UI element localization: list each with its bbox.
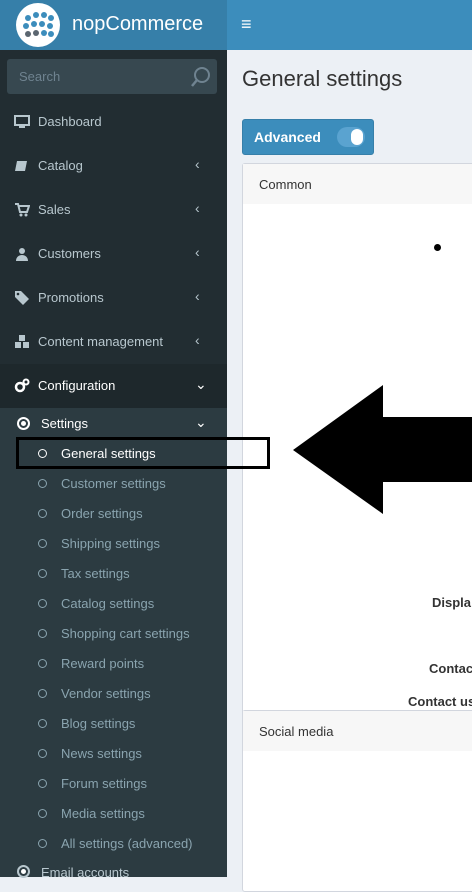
sidebar-subitem-shipping-settings[interactable]: Shipping settings xyxy=(0,528,227,558)
sidebar-subitem-customer-settings[interactable]: Customer settings xyxy=(0,468,227,498)
sidebar-subitem-catalog-settings[interactable]: Catalog settings xyxy=(0,588,227,618)
sidebar-item-label: Dashboard xyxy=(38,114,102,129)
circle-icon xyxy=(38,629,47,638)
page-title: General settings xyxy=(242,66,403,91)
circle-icon xyxy=(38,719,47,728)
sidebar-subitem-all-settings[interactable]: All settings (advanced) xyxy=(0,828,227,858)
sidebar-subitem-label: Catalog settings xyxy=(61,596,155,611)
search-input[interactable]: Search xyxy=(19,69,60,84)
sidebar-subitem-media-settings[interactable]: Media settings xyxy=(0,798,227,828)
sidebar-item-dashboard[interactable]: Dashboard xyxy=(0,100,227,144)
sidebar-subitem-label: Shipping settings xyxy=(61,536,161,551)
sidebar-item-email-accounts[interactable]: Email accounts xyxy=(0,858,227,888)
sidebar-subitem-label: Vendor settings xyxy=(61,686,151,701)
sidebar-item-customers[interactable]: Customers ‹ xyxy=(0,232,227,276)
sidebar-subitem-label: Tax settings xyxy=(61,566,130,581)
circle-icon xyxy=(38,569,47,578)
circle-icon xyxy=(38,509,47,518)
circle-icon xyxy=(38,809,47,818)
circle-icon xyxy=(38,599,47,608)
sidebar-item-label: Email accounts xyxy=(41,865,130,880)
dot-circle-icon xyxy=(17,865,30,878)
sidebar-subitem-label: Customer settings xyxy=(61,476,166,491)
sidebar-subitem-label: All settings (advanced) xyxy=(61,836,193,851)
card-header[interactable]: Common xyxy=(243,164,472,204)
sidebar-item-settings[interactable]: Settings ⌄ xyxy=(0,408,227,438)
sidebar-subitem-tax-settings[interactable]: Tax settings xyxy=(0,558,227,588)
circle-icon xyxy=(38,479,47,488)
sidebar-subitem-forum-settings[interactable]: Forum settings xyxy=(0,768,227,798)
chevron-left-icon: ‹ xyxy=(195,288,200,304)
sidebar-item-label: Catalog xyxy=(38,158,83,173)
sidebar-item-label: Sales xyxy=(38,202,71,217)
card-header[interactable]: Social media xyxy=(243,711,472,751)
sidebar-subitem-order-settings[interactable]: Order settings xyxy=(0,498,227,528)
nopcommerce-logo-icon xyxy=(16,3,60,47)
toggle-switch[interactable] xyxy=(337,127,365,147)
tags-icon xyxy=(15,291,29,305)
sidebar-item-sales[interactable]: Sales ‹ xyxy=(0,188,227,232)
sidebar-subitem-label: Reward points xyxy=(61,656,145,671)
circle-icon xyxy=(38,779,47,788)
chevron-left-icon: ‹ xyxy=(195,156,200,172)
sidebar-item-label: Settings xyxy=(41,416,88,431)
field-label: Displa xyxy=(432,595,472,610)
sidebar-item-label: Configuration xyxy=(38,378,116,393)
chevron-left-icon: ‹ xyxy=(195,244,200,260)
sidebar-subitem-blog-settings[interactable]: Blog settings xyxy=(0,708,227,738)
cubes-icon xyxy=(15,335,29,348)
search-icon[interactable] xyxy=(190,66,212,88)
sidebar-subitem-label: Shopping cart settings xyxy=(61,626,190,641)
sidebar-subitem-label: Blog settings xyxy=(61,716,136,731)
sidebar-item-configuration[interactable]: Configuration ⌄ xyxy=(0,364,227,408)
sidebar-subitem-news-settings[interactable]: News settings xyxy=(0,738,227,768)
chevron-left-icon: ‹ xyxy=(195,200,200,216)
sidebar-item-label: Customers xyxy=(38,246,101,261)
sidebar-item-label: Promotions xyxy=(38,290,104,305)
circle-icon xyxy=(38,839,47,848)
social-media-card: Social media xyxy=(242,710,472,892)
top-navbar: ≡ xyxy=(227,0,472,50)
circle-icon xyxy=(38,689,47,698)
search-box[interactable]: Search xyxy=(7,59,217,94)
logo[interactable]: nopCommerce xyxy=(0,0,227,50)
sidebar-item-promotions[interactable]: Promotions ‹ xyxy=(0,276,227,320)
circle-icon xyxy=(38,659,47,668)
monitor-icon xyxy=(14,115,30,128)
sidebar-subitem-shopping-cart-settings[interactable]: Shopping cart settings xyxy=(0,618,227,648)
field-label: Contact us xyxy=(408,694,472,709)
cart-icon xyxy=(15,203,30,217)
sidebar-subitem-label: News settings xyxy=(61,746,142,761)
circle-icon xyxy=(38,749,47,758)
card-title: Social media xyxy=(259,724,334,739)
sidebar-subitem-label: Order settings xyxy=(61,506,143,521)
field-label: Contac xyxy=(429,661,472,676)
chevron-down-icon: ⌄ xyxy=(195,376,207,392)
hamburger-menu-icon[interactable]: ≡ xyxy=(241,14,252,35)
sidebar-item-content-management[interactable]: Content management ‹ xyxy=(0,320,227,364)
sidebar-subitem-reward-points[interactable]: Reward points xyxy=(0,648,227,678)
sidebar-subitem-vendor-settings[interactable]: Vendor settings xyxy=(0,678,227,708)
bullet-dot xyxy=(434,244,441,251)
card-title: Common xyxy=(259,177,312,192)
sidebar-item-label: Content management xyxy=(38,334,164,349)
sidebar-item-catalog[interactable]: Catalog ‹ xyxy=(0,144,227,188)
user-icon xyxy=(16,248,28,261)
arrow-left-icon xyxy=(293,385,472,514)
highlight-box xyxy=(16,437,270,469)
sidebar-subitem-label: Media settings xyxy=(61,806,145,821)
advanced-toggle[interactable]: Advanced xyxy=(242,119,374,155)
chevron-down-icon: ⌄ xyxy=(195,414,207,430)
advanced-label: Advanced xyxy=(254,129,321,145)
circle-icon xyxy=(38,539,47,548)
gears-icon xyxy=(14,378,30,393)
book-icon xyxy=(15,161,27,171)
dot-circle-icon xyxy=(17,417,30,430)
sidebar-subitem-label: Forum settings xyxy=(61,776,147,791)
app-name: nopCommerce xyxy=(72,13,204,35)
chevron-left-icon: ‹ xyxy=(195,332,200,348)
